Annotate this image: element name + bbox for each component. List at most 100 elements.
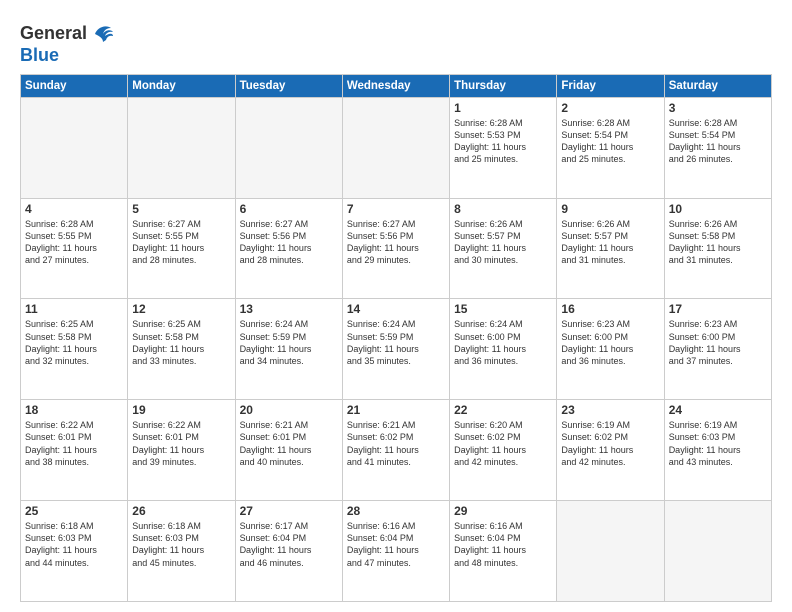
day-info: Sunrise: 6:21 AM Sunset: 6:02 PM Dayligh… [347,419,445,468]
day-number: 7 [347,202,445,216]
day-cell: 24 Sunrise: 6:19 AM Sunset: 6:03 PM Dayli… [664,400,771,501]
day-info: Sunrise: 6:18 AM Sunset: 6:03 PM Dayligh… [132,520,230,569]
day-cell: 23 Sunrise: 6:19 AM Sunset: 6:02 PM Dayli… [557,400,664,501]
logo-text-blue: Blue [20,46,59,66]
day-cell [342,97,449,198]
day-info: Sunrise: 6:24 AM Sunset: 5:59 PM Dayligh… [347,318,445,367]
day-cell: 20Sunrise: 6:21 AM Sunset: 6:01 PM Dayli… [235,400,342,501]
day-number: 1 [454,101,552,115]
day-number: 16 [561,302,659,316]
day-info: Sunrise: 6:19 AM Sunset: 6:02 PM Dayligh… [561,419,659,468]
day-info: Sunrise: 6:23 AM Sunset: 6:00 PM Dayligh… [669,318,767,367]
day-info: Sunrise: 6:19 AM Sunset: 6:03 PM Dayligh… [669,419,767,468]
day-info: Sunrise: 6:16 AM Sunset: 6:04 PM Dayligh… [454,520,552,569]
day-info: Sunrise: 6:27 AM Sunset: 5:56 PM Dayligh… [347,218,445,267]
day-number: 21 [347,403,445,417]
day-number: 3 [669,101,767,115]
day-number: 2 [561,101,659,115]
weekday-saturday: Saturday [664,74,771,97]
day-number: 12 [132,302,230,316]
calendar-table: SundayMondayTuesdayWednesdayThursdayFrid… [20,74,772,602]
day-number: 11 [25,302,123,316]
day-number: 8 [454,202,552,216]
day-number: 5 [132,202,230,216]
week-row-4: 25 Sunrise: 6:18 AM Sunset: 6:03 PM Dayli… [21,501,772,602]
day-cell: 17Sunrise: 6:23 AM Sunset: 6:00 PM Dayli… [664,299,771,400]
day-number: 26 [132,504,230,518]
day-cell [664,501,771,602]
day-info: Sunrise: 6:25 AM Sunset: 5:58 PM Dayligh… [132,318,230,367]
weekday-sunday: Sunday [21,74,128,97]
day-cell [235,97,342,198]
week-row-3: 18 Sunrise: 6:22 AM Sunset: 6:01 PM Dayli… [21,400,772,501]
day-info: Sunrise: 6:20 AM Sunset: 6:02 PM Dayligh… [454,419,552,468]
day-number: 4 [25,202,123,216]
day-cell: 16Sunrise: 6:23 AM Sunset: 6:00 PM Dayli… [557,299,664,400]
day-cell: 10 Sunrise: 6:26 AM Sunset: 5:58 PM Dayli… [664,198,771,299]
day-cell: 5 Sunrise: 6:27 AM Sunset: 5:55 PM Daylig… [128,198,235,299]
day-info: Sunrise: 6:22 AM Sunset: 6:01 PM Dayligh… [25,419,123,468]
header: General Blue [20,16,772,66]
logo-text-general: General [20,24,87,44]
day-number: 9 [561,202,659,216]
day-number: 25 [25,504,123,518]
day-cell: 28 Sunrise: 6:16 AM Sunset: 6:04 PM Dayli… [342,501,449,602]
day-cell: 12 Sunrise: 6:25 AM Sunset: 5:58 PM Dayli… [128,299,235,400]
day-cell: 21 Sunrise: 6:21 AM Sunset: 6:02 PM Dayli… [342,400,449,501]
day-info: Sunrise: 6:26 AM Sunset: 5:57 PM Dayligh… [454,218,552,267]
weekday-monday: Monday [128,74,235,97]
day-cell: 9 Sunrise: 6:26 AM Sunset: 5:57 PM Daylig… [557,198,664,299]
day-number: 10 [669,202,767,216]
day-info: Sunrise: 6:24 AM Sunset: 5:59 PM Dayligh… [240,318,338,367]
day-number: 18 [25,403,123,417]
day-number: 23 [561,403,659,417]
day-cell: 22 Sunrise: 6:20 AM Sunset: 6:02 PM Dayli… [450,400,557,501]
day-cell: 1 Sunrise: 6:28 AM Sunset: 5:53 PM Daylig… [450,97,557,198]
day-number: 24 [669,403,767,417]
day-info: Sunrise: 6:17 AM Sunset: 6:04 PM Dayligh… [240,520,338,569]
day-number: 6 [240,202,338,216]
logo-bird-icon [89,20,117,48]
day-number: 13 [240,302,338,316]
day-info: Sunrise: 6:18 AM Sunset: 6:03 PM Dayligh… [25,520,123,569]
logo: General Blue [20,20,117,66]
day-info: Sunrise: 6:16 AM Sunset: 6:04 PM Dayligh… [347,520,445,569]
day-info: Sunrise: 6:28 AM Sunset: 5:54 PM Dayligh… [669,117,767,166]
day-cell: 7 Sunrise: 6:27 AM Sunset: 5:56 PM Daylig… [342,198,449,299]
day-info: Sunrise: 6:27 AM Sunset: 5:55 PM Dayligh… [132,218,230,267]
day-info: Sunrise: 6:22 AM Sunset: 6:01 PM Dayligh… [132,419,230,468]
week-row-2: 11 Sunrise: 6:25 AM Sunset: 5:58 PM Dayli… [21,299,772,400]
day-cell [128,97,235,198]
day-cell: 27 Sunrise: 6:17 AM Sunset: 6:04 PM Dayli… [235,501,342,602]
day-info: Sunrise: 6:28 AM Sunset: 5:55 PM Dayligh… [25,218,123,267]
weekday-tuesday: Tuesday [235,74,342,97]
weekday-thursday: Thursday [450,74,557,97]
day-cell: 15 Sunrise: 6:24 AM Sunset: 6:00 PM Dayli… [450,299,557,400]
day-cell: 13 Sunrise: 6:24 AM Sunset: 5:59 PM Dayli… [235,299,342,400]
day-cell: 18 Sunrise: 6:22 AM Sunset: 6:01 PM Dayli… [21,400,128,501]
day-info: Sunrise: 6:26 AM Sunset: 5:57 PM Dayligh… [561,218,659,267]
day-cell: 6 Sunrise: 6:27 AM Sunset: 5:56 PM Daylig… [235,198,342,299]
day-info: Sunrise: 6:25 AM Sunset: 5:58 PM Dayligh… [25,318,123,367]
day-number: 28 [347,504,445,518]
day-cell [21,97,128,198]
day-cell: 26 Sunrise: 6:18 AM Sunset: 6:03 PM Dayli… [128,501,235,602]
day-number: 15 [454,302,552,316]
day-info: Sunrise: 6:28 AM Sunset: 5:54 PM Dayligh… [561,117,659,166]
day-info: Sunrise: 6:26 AM Sunset: 5:58 PM Dayligh… [669,218,767,267]
day-cell: 4 Sunrise: 6:28 AM Sunset: 5:55 PM Daylig… [21,198,128,299]
day-number: 27 [240,504,338,518]
day-number: 20 [240,403,338,417]
day-cell: 11 Sunrise: 6:25 AM Sunset: 5:58 PM Dayli… [21,299,128,400]
day-info: Sunrise: 6:28 AM Sunset: 5:53 PM Dayligh… [454,117,552,166]
day-cell: 3 Sunrise: 6:28 AM Sunset: 5:54 PM Daylig… [664,97,771,198]
weekday-friday: Friday [557,74,664,97]
week-row-0: 1 Sunrise: 6:28 AM Sunset: 5:53 PM Daylig… [21,97,772,198]
day-info: Sunrise: 6:24 AM Sunset: 6:00 PM Dayligh… [454,318,552,367]
day-cell [557,501,664,602]
day-cell: 25 Sunrise: 6:18 AM Sunset: 6:03 PM Dayli… [21,501,128,602]
day-number: 29 [454,504,552,518]
day-cell: 19Sunrise: 6:22 AM Sunset: 6:01 PM Dayli… [128,400,235,501]
day-info: Sunrise: 6:27 AM Sunset: 5:56 PM Dayligh… [240,218,338,267]
day-number: 22 [454,403,552,417]
